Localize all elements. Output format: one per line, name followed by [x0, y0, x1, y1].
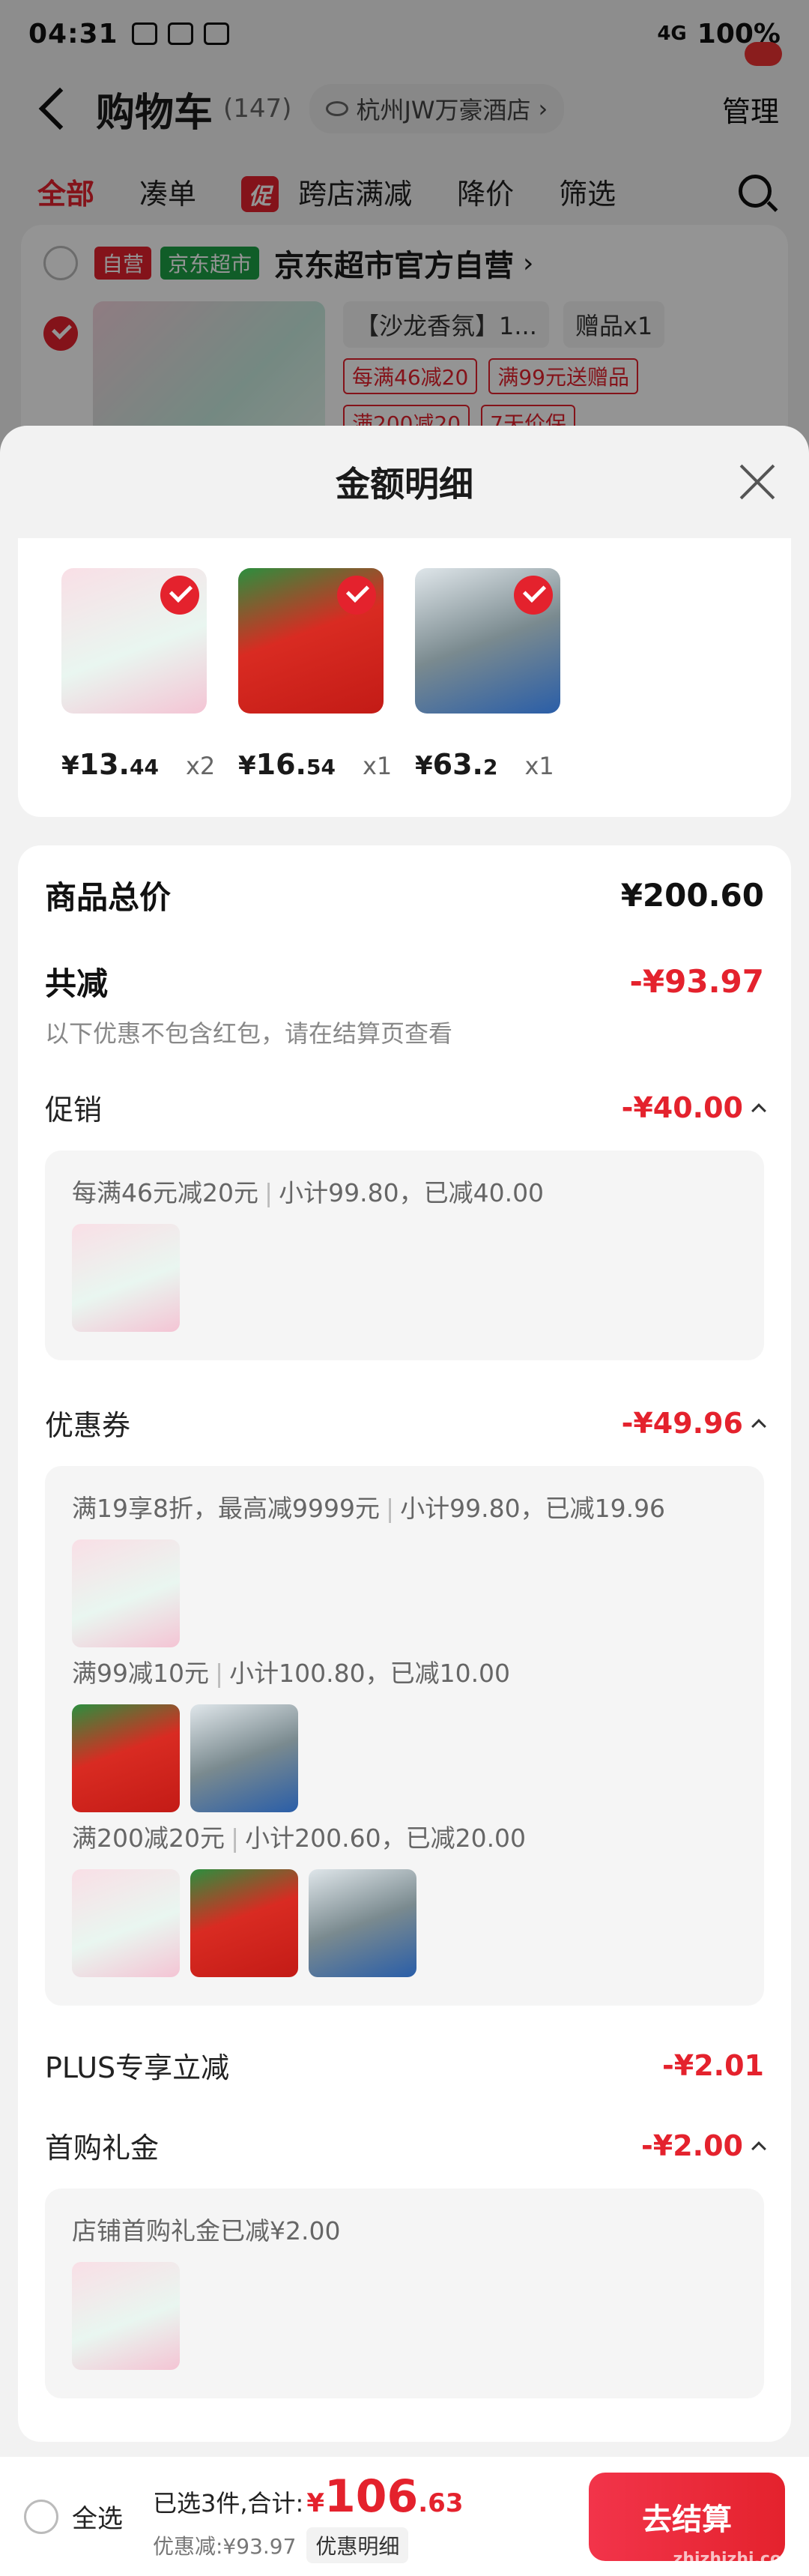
coupon-label: 优惠券: [45, 1409, 131, 1442]
discount-summary: 优惠减:¥93.97: [153, 2533, 297, 2559]
promo-detail: 小计99.80，已减40.00: [279, 1178, 545, 1207]
promo-value: -¥40.00: [621, 1091, 743, 1124]
selected-products: ¥ 13. 44 x2 ¥ 16. 54 x1 ¥ 63. 2 x1: [18, 538, 791, 817]
coupon-row[interactable]: 优惠券 -¥49.96: [45, 1402, 766, 1444]
checkout-button[interactable]: 去结算 zhizhizhi.com: [589, 2472, 799, 2569]
product-thumbnail: [190, 1869, 298, 1977]
select-all-radio[interactable]: [24, 2499, 58, 2534]
product-qty: x2: [185, 752, 216, 780]
checkout-bar: 全选 已选3件,合计: ¥ 106 .63 优惠减:¥93.97 优惠明细 去结…: [0, 2457, 809, 2576]
plus-row: PLUS专享立减 -¥2.01: [45, 2045, 764, 2086]
discount-value: -¥93.97: [629, 963, 764, 1000]
discount-detail-button[interactable]: 优惠明细: [306, 2527, 409, 2563]
sheet-title: 金额明细: [336, 464, 473, 504]
order-total: 106: [324, 2470, 419, 2523]
product-thumbnail: [72, 1869, 180, 1977]
dim-overlay[interactable]: [0, 0, 809, 480]
sheet-header: 金额明细: [0, 426, 809, 538]
promo-detail-box: 每满46元减20元 | 小计99.80，已减40.00: [45, 1150, 764, 1360]
discount-label: 共减: [45, 965, 109, 1002]
selected-count: 已选3件,合计:: [153, 2488, 304, 2518]
plus-label: PLUS专享立减: [45, 2051, 230, 2084]
promo-label: 促销: [45, 1094, 103, 1126]
product-price: 63.: [432, 748, 483, 781]
product-item: ¥ 13. 44 x2: [61, 568, 238, 781]
first-gift-note: 店铺首购礼金已减¥2.00: [72, 2216, 341, 2245]
amount-detail-sheet: 金额明细 ¥ 13. 44 x2 ¥ 16. 54 x1 ¥ 63. 2 x1 …: [0, 426, 809, 2457]
product-thumbnail: [61, 568, 207, 714]
product-price: 16.: [255, 748, 306, 781]
product-thumbnail: [72, 1224, 180, 1332]
price-breakdown-card: 商品总价 ¥200.60 共减 -¥93.97 以下优惠不包含红包，请在结算页查…: [18, 845, 791, 2442]
product-thumbnail: [72, 1704, 180, 1812]
select-all[interactable]: 全选: [24, 2498, 123, 2535]
total-value: ¥200.60: [620, 877, 764, 914]
close-icon[interactable]: [739, 463, 776, 501]
coupon-detail: 小计100.80，已减10.00: [229, 1659, 511, 1688]
product-item: ¥ 63. 2 x1: [415, 568, 592, 781]
select-all-label: 全选: [72, 2504, 123, 2534]
product-thumbnail: [309, 1869, 416, 1977]
check-icon: [337, 576, 376, 615]
product-price: 13.: [79, 748, 130, 781]
coupon-detail-box: 满19享8折，最高减9999元 | 小计99.80，已减19.96 满99减10元 |…: [45, 1466, 764, 2006]
discount-row: 共减 -¥93.97: [45, 959, 764, 1004]
total-row: 商品总价 ¥200.60: [45, 872, 764, 918]
plus-value: -¥2.01: [662, 2048, 764, 2082]
discount-note: 以下优惠不包含红包，请在结算页查看: [45, 1019, 453, 1048]
coupon-rule: 满19享8折，最高减9999元: [72, 1494, 380, 1523]
total-label: 商品总价: [45, 879, 172, 916]
product-qty: x1: [362, 752, 393, 780]
first-gift-value: -¥2.00: [641, 2129, 743, 2162]
promo-rule: 每满46元减20元: [72, 1178, 258, 1207]
coupon-value: -¥49.96: [621, 1406, 743, 1440]
promo-row[interactable]: 促销 -¥40.00: [45, 1087, 766, 1128]
product-qty: x1: [524, 752, 554, 780]
coupon-rule: 满99减10元: [72, 1659, 209, 1688]
product-thumbnail: [72, 1539, 180, 1647]
coupon-detail: 小计99.80，已减19.96: [400, 1494, 666, 1523]
watermark: zhizhizhi.com: [673, 2550, 799, 2569]
check-icon: [160, 576, 199, 615]
product-thumbnail: [72, 2262, 180, 2370]
first-gift-detail-box: 店铺首购礼金已减¥2.00: [45, 2189, 764, 2398]
first-gift-label: 首购礼金: [45, 2132, 160, 2165]
chevron-up-icon: [751, 1103, 766, 1118]
first-gift-row[interactable]: 首购礼金 -¥2.00: [45, 2125, 766, 2166]
check-icon: [514, 576, 553, 615]
product-item: ¥ 16. 54 x1: [238, 568, 415, 781]
product-thumbnail: [238, 568, 384, 714]
coupon-detail: 小计200.60，已减20.00: [245, 1824, 527, 1853]
coupon-rule: 满200减20元: [72, 1824, 225, 1853]
chevron-up-icon: [751, 2141, 766, 2156]
product-thumbnail: [415, 568, 560, 714]
product-thumbnail: [190, 1704, 298, 1812]
chevron-up-icon: [751, 1418, 766, 1434]
order-summary: 已选3件,合计: ¥ 106 .63 优惠减:¥93.97 优惠明细: [153, 2470, 463, 2563]
